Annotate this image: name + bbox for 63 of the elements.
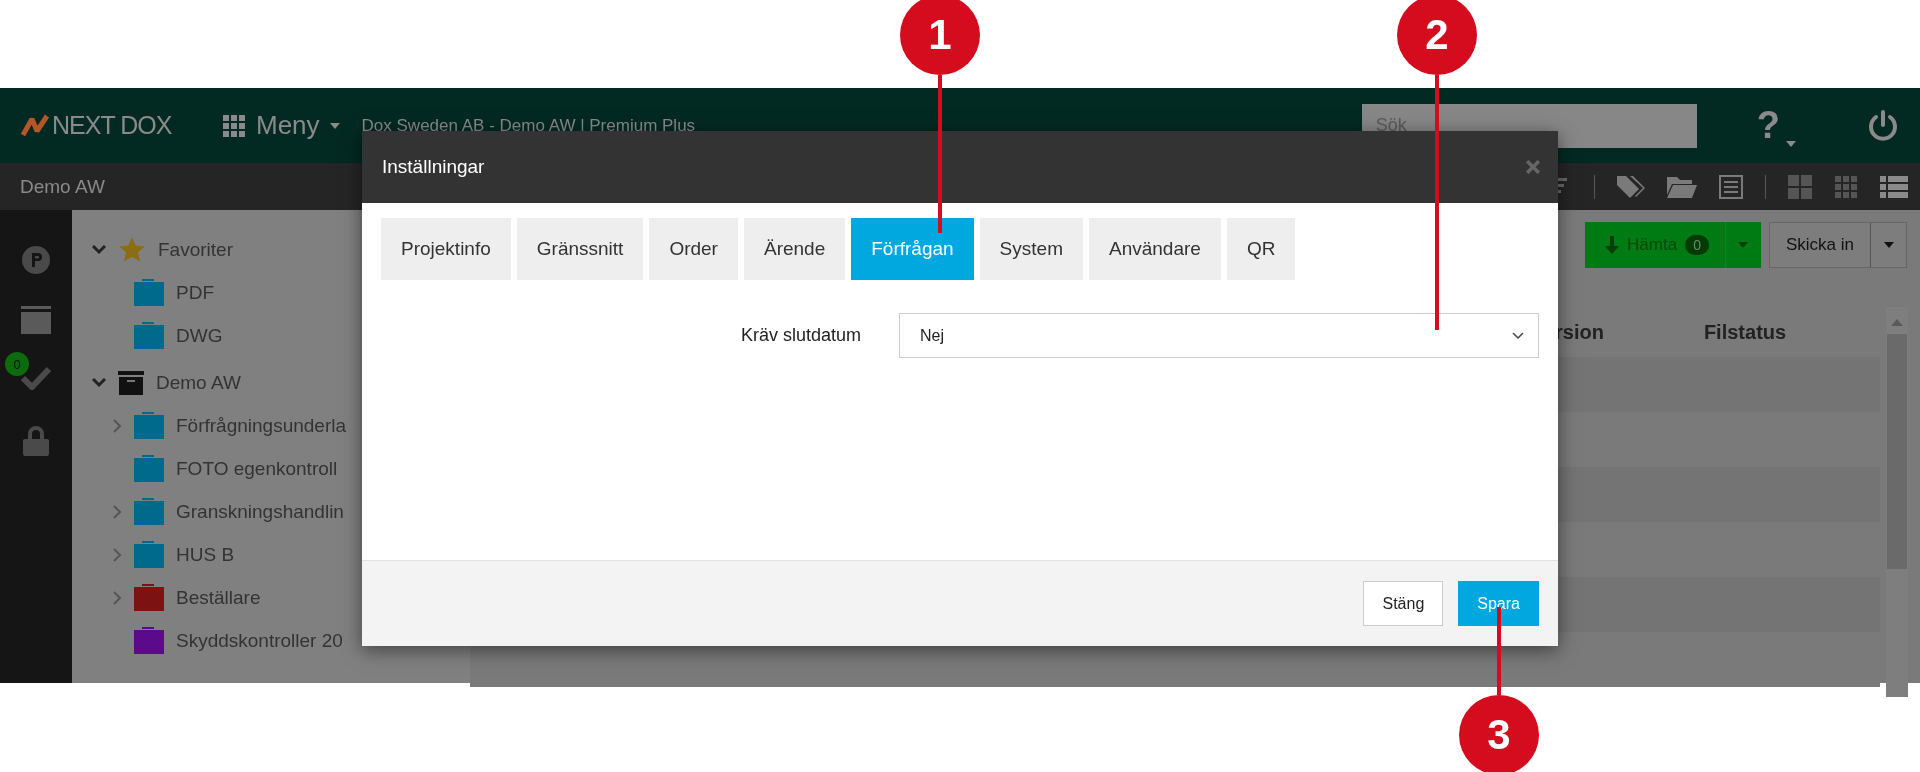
settings-tab[interactable]: Ärende bbox=[743, 218, 846, 280]
caret-icon bbox=[329, 122, 340, 129]
download-arrow-icon bbox=[1605, 236, 1620, 254]
large-grid-icon[interactable] bbox=[1788, 174, 1812, 199]
caret-icon bbox=[1786, 141, 1796, 147]
close-button[interactable]: Stäng bbox=[1363, 581, 1444, 626]
folder-label[interactable]: FOTO egenkontroll bbox=[176, 457, 338, 480]
parking-icon[interactable] bbox=[22, 246, 50, 274]
list-icon[interactable] bbox=[1719, 174, 1743, 199]
chevron-right-icon[interactable] bbox=[112, 504, 122, 519]
tree-group-label[interactable]: Favoriter bbox=[158, 238, 233, 261]
dialog-title: Inställningar bbox=[382, 156, 485, 178]
archive-box-icon bbox=[118, 370, 144, 395]
tree-group-label[interactable]: Demo AW bbox=[156, 371, 241, 394]
checkmark-icon[interactable] bbox=[21, 366, 51, 390]
select-field[interactable]: Nej bbox=[899, 313, 1539, 358]
count-badge: 0 bbox=[5, 352, 29, 376]
scroll-up-icon[interactable] bbox=[1891, 319, 1903, 326]
settings-tab[interactable]: Användare bbox=[1088, 218, 1221, 280]
callout-number: 1 bbox=[900, 0, 980, 75]
power-icon[interactable] bbox=[1866, 108, 1900, 143]
menu-button[interactable]: Meny bbox=[214, 110, 348, 141]
settings-tab[interactable]: Order bbox=[649, 218, 738, 280]
help-button[interactable]: ? bbox=[1750, 103, 1802, 148]
save-button[interactable]: Spara bbox=[1458, 581, 1539, 626]
folder-label[interactable]: DWG bbox=[176, 324, 223, 347]
caret-icon bbox=[1738, 242, 1749, 248]
close-icon[interactable] bbox=[1526, 160, 1540, 174]
settings-tab[interactable]: Förfrågan bbox=[851, 218, 974, 280]
list-view-icon[interactable] bbox=[1880, 174, 1908, 199]
caret-icon bbox=[1883, 242, 1894, 248]
callout-number: 2 bbox=[1397, 0, 1477, 75]
project-name: Demo AW bbox=[20, 175, 105, 198]
chevron-right-icon[interactable] bbox=[112, 590, 122, 605]
count-badge: 0 bbox=[1685, 235, 1709, 255]
logo[interactable]: NEXT DOX bbox=[20, 110, 200, 141]
chevron-down-icon[interactable] bbox=[92, 244, 106, 255]
lock-icon[interactable] bbox=[23, 426, 49, 456]
settings-tab[interactable]: Projektinfo bbox=[381, 218, 511, 280]
chevron-down-icon[interactable] bbox=[92, 377, 106, 388]
folder-label[interactable]: Granskningshandlin bbox=[176, 500, 344, 523]
folder-label[interactable]: Förfrågningsunderla bbox=[176, 414, 347, 437]
field-label: Kräv slutdatum bbox=[739, 325, 861, 346]
briefcase-icon[interactable] bbox=[21, 306, 51, 334]
logo-text: NEXT DOX bbox=[52, 111, 172, 140]
callout-number: 3 bbox=[1459, 695, 1539, 772]
star-icon bbox=[118, 235, 146, 264]
folder-label[interactable]: PDF bbox=[176, 281, 214, 304]
folder-label[interactable]: Skyddskontroller 20 bbox=[176, 629, 343, 652]
settings-tab[interactable]: QR bbox=[1226, 218, 1296, 280]
settings-tab[interactable]: Gränssnitt bbox=[516, 218, 644, 280]
column-header[interactable]: Filstatus bbox=[1703, 320, 1787, 344]
small-grid-icon[interactable] bbox=[1834, 174, 1858, 199]
grid-icon bbox=[222, 113, 246, 138]
chevron-right-icon[interactable] bbox=[112, 547, 122, 562]
folder-icon[interactable] bbox=[1667, 174, 1697, 199]
settings-tab[interactable]: System bbox=[979, 218, 1083, 280]
folder-label[interactable]: HUS B bbox=[176, 543, 235, 566]
chevron-down-icon bbox=[1512, 331, 1524, 340]
folder-label[interactable]: Beställare bbox=[176, 586, 261, 609]
tag-icon[interactable] bbox=[1617, 173, 1645, 200]
scrollbar[interactable] bbox=[1886, 307, 1908, 697]
chevron-right-icon[interactable] bbox=[112, 418, 122, 433]
